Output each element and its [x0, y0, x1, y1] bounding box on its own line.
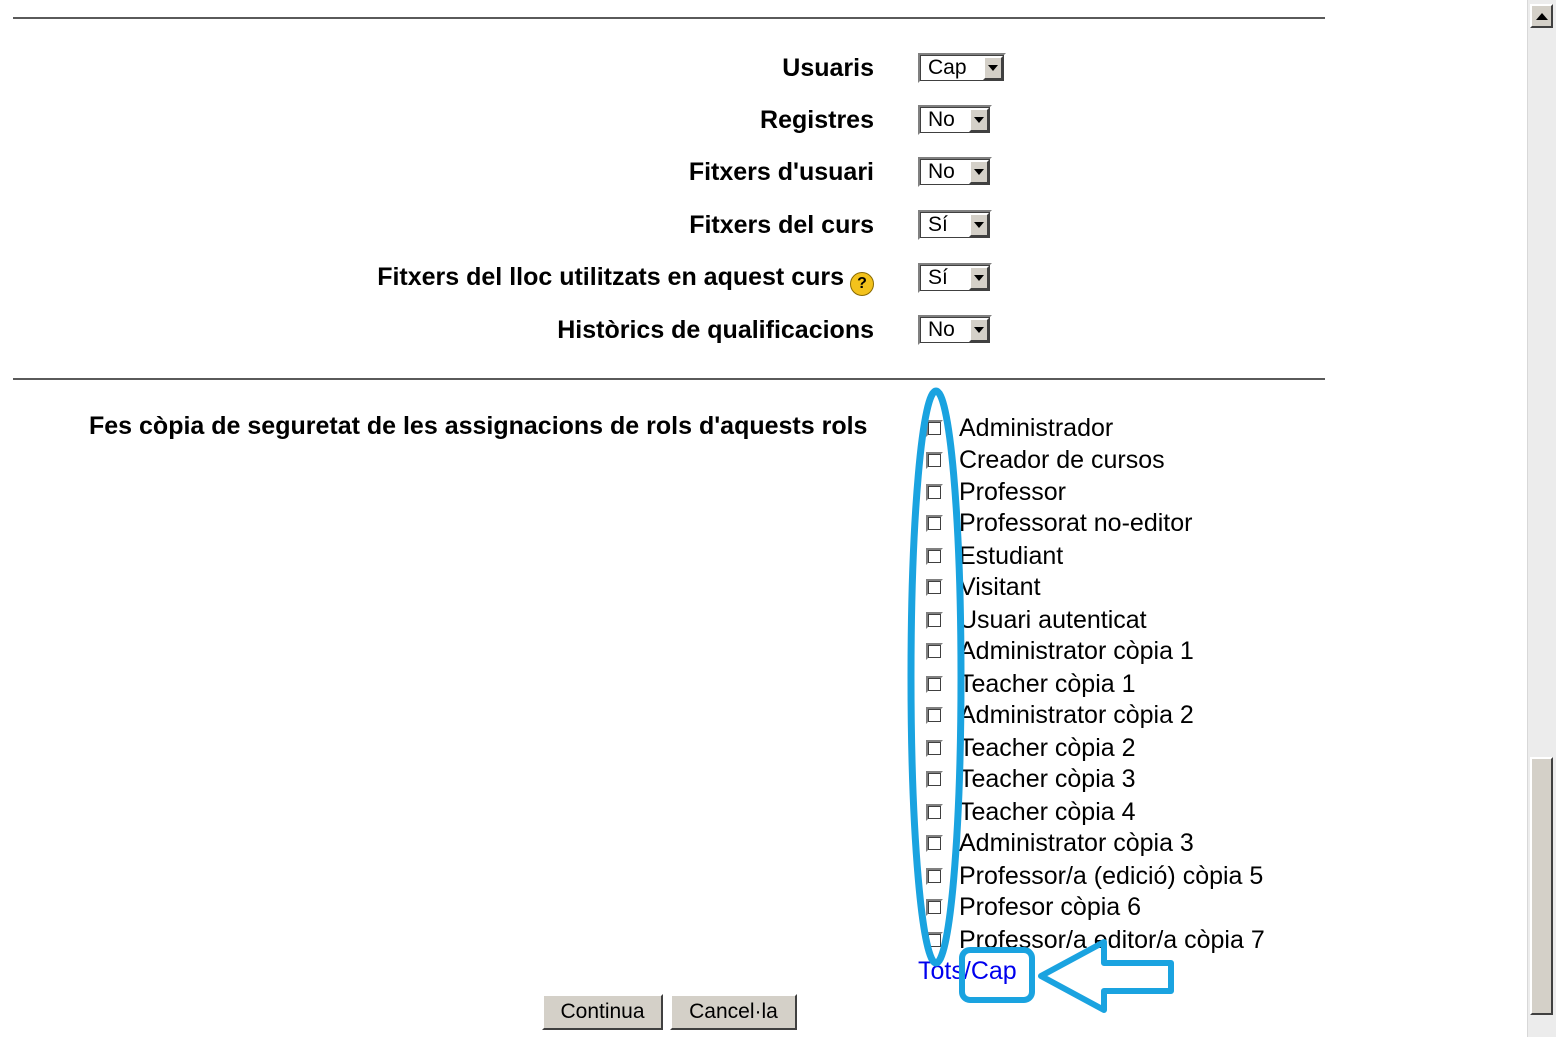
role-item[interactable]: Teacher còpia 1: [926, 669, 1136, 699]
role-label: Usuari autenticat: [959, 606, 1147, 634]
dropdown-arrow-icon[interactable]: [969, 266, 989, 290]
role-item[interactable]: Administrator còpia 2: [926, 700, 1194, 730]
role-item[interactable]: Profesor còpia 6: [926, 892, 1141, 922]
role-item[interactable]: Visitant: [926, 572, 1041, 602]
role-label: Visitant: [959, 573, 1041, 601]
role-label: Professor: [959, 478, 1066, 506]
site-files-select-value: Sí: [928, 266, 948, 289]
role-item[interactable]: Teacher còpia 4: [926, 797, 1136, 827]
users-select-value: Cap: [928, 56, 967, 79]
role-item[interactable]: Estudiant: [926, 541, 1063, 571]
role-item[interactable]: Teacher còpia 2: [926, 733, 1136, 763]
role-checkbox[interactable]: [926, 578, 943, 596]
select-none-link[interactable]: Cap: [971, 957, 1017, 985]
dropdown-arrow-icon[interactable]: [983, 56, 1003, 80]
role-item[interactable]: Professor/a editor/a còpia 7: [926, 925, 1265, 955]
annotation-overlay: [907, 387, 1174, 1013]
scrollbar-thumb[interactable]: [1530, 757, 1553, 1015]
scroll-up-arrow-icon[interactable]: [1530, 4, 1553, 28]
role-checkbox[interactable]: [926, 834, 943, 852]
role-label: Administrador: [959, 414, 1114, 442]
role-checkbox[interactable]: [926, 451, 943, 469]
link-separator: /: [963, 957, 971, 985]
role-item[interactable]: Creador de cursos: [926, 445, 1165, 475]
role-checkbox[interactable]: [926, 706, 943, 724]
setting-label-site-files: Fitxers del lloc utilitzats en aquest cu…: [377, 262, 874, 296]
role-label: Teacher còpia 3: [959, 765, 1136, 793]
role-checkbox[interactable]: [926, 803, 943, 821]
role-label: Professor/a (edició) còpia 5: [959, 862, 1264, 890]
role-label: Estudiant: [959, 542, 1064, 570]
role-checkbox[interactable]: [926, 419, 943, 437]
grade-histories-select-value: No: [928, 318, 955, 341]
role-item[interactable]: Professor: [926, 477, 1066, 507]
role-item[interactable]: Usuari autenticat: [926, 605, 1147, 635]
users-select[interactable]: Cap: [918, 53, 1006, 83]
role-label: Teacher còpia 4: [959, 798, 1136, 826]
role-label: Creador de cursos: [959, 446, 1165, 474]
dropdown-arrow-icon[interactable]: [969, 108, 989, 132]
role-item[interactable]: Professor/a (edició) còpia 5: [926, 861, 1263, 891]
site-files-label-text: Fitxers del lloc utilitzats en aquest cu…: [377, 263, 844, 291]
site-files-select[interactable]: Sí: [918, 263, 992, 293]
select-all-link[interactable]: Tots: [918, 957, 964, 985]
role-item[interactable]: Administrador: [926, 413, 1113, 443]
role-checkbox[interactable]: [926, 675, 943, 693]
role-checkbox[interactable]: [926, 931, 943, 949]
role-label: Administrator còpia 2: [959, 701, 1194, 729]
user-files-select[interactable]: No: [918, 157, 992, 187]
role-label: Teacher còpia 1: [959, 670, 1136, 698]
role-checkbox[interactable]: [926, 898, 943, 916]
setting-label-grade-histories: Històrics de qualificacions: [557, 316, 874, 344]
dropdown-arrow-icon[interactable]: [969, 213, 989, 237]
role-checkbox[interactable]: [926, 483, 943, 501]
roles-backup-label: Fes còpia de seguretat de les assignacio…: [89, 412, 868, 440]
user-files-select-value: No: [928, 160, 955, 183]
role-label: Profesor còpia 6: [959, 893, 1142, 921]
role-checkbox[interactable]: [926, 514, 943, 532]
role-checkbox[interactable]: [926, 611, 943, 629]
middle-divider: [13, 378, 1325, 381]
top-divider: [13, 17, 1325, 20]
setting-label-logs: Registres: [760, 106, 874, 134]
role-checkbox[interactable]: [926, 547, 943, 565]
continue-button[interactable]: Continua: [542, 994, 663, 1030]
role-checkbox[interactable]: [926, 739, 943, 757]
select-all-none-links: Tots/Cap: [918, 957, 1017, 986]
role-label: Teacher còpia 2: [959, 734, 1136, 762]
logs-select[interactable]: No: [918, 105, 992, 135]
vertical-scrollbar[interactable]: [1527, 0, 1556, 1037]
backup-settings-page: Usuaris Cap Registres No Fitxers d'usuar…: [0, 0, 1528, 1037]
role-checkbox[interactable]: [926, 770, 943, 788]
help-icon[interactable]: ?: [850, 272, 874, 296]
role-item[interactable]: Teacher còpia 3: [926, 764, 1136, 794]
role-item[interactable]: Administrator còpia 3: [926, 828, 1194, 858]
course-files-select[interactable]: Sí: [918, 210, 992, 240]
role-label: Professor/a editor/a còpia 7: [959, 926, 1265, 954]
grade-histories-select[interactable]: No: [918, 315, 992, 345]
role-item[interactable]: Professorat no-editor: [926, 508, 1192, 538]
role-label: Administrator còpia 3: [959, 829, 1194, 857]
role-label: Professorat no-editor: [959, 509, 1193, 537]
role-item[interactable]: Administrator còpia 1: [926, 636, 1194, 666]
course-files-select-value: Sí: [928, 213, 948, 236]
setting-label-users: Usuaris: [782, 54, 874, 82]
setting-label-user-files: Fitxers d'usuari: [688, 158, 874, 186]
dropdown-arrow-icon[interactable]: [969, 318, 989, 342]
setting-label-course-files: Fitxers del curs: [689, 211, 874, 239]
cancel-button[interactable]: Cancel·la: [670, 994, 797, 1030]
role-checkbox[interactable]: [926, 642, 943, 660]
role-label: Administrator còpia 1: [959, 637, 1194, 665]
dropdown-arrow-icon[interactable]: [969, 160, 989, 184]
logs-select-value: No: [928, 108, 955, 131]
role-checkbox[interactable]: [926, 867, 943, 885]
